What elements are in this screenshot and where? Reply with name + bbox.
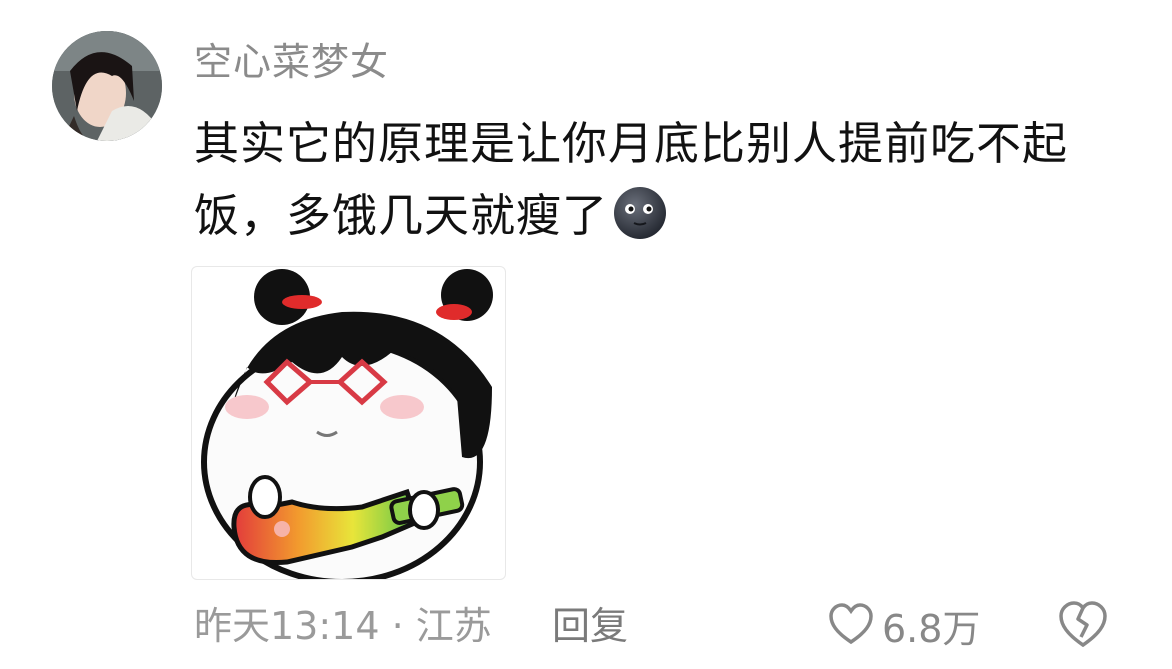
like-count: 6.8万 — [882, 606, 981, 651]
user-avatar[interactable] — [52, 31, 162, 141]
sticker-image — [201, 269, 493, 579]
girl-with-guitar-sticker[interactable] — [191, 266, 506, 580]
broken-heart-icon[interactable] — [1057, 599, 1109, 651]
comment-body: 其实它的原理是让你月底比别人提前吃不起饭，多饿几天就瘦了 — [194, 108, 1094, 252]
avatar-image — [52, 31, 162, 141]
comment-meta: 昨天13:14 · 江苏 — [194, 604, 492, 648]
like-button[interactable]: 6.8万 — [828, 597, 980, 653]
reply-button[interactable]: 回复 — [552, 599, 628, 653]
username[interactable]: 空心菜梦女 — [194, 38, 389, 86]
heart-icon — [829, 603, 873, 645]
new-moon-face-icon — [614, 187, 667, 239]
